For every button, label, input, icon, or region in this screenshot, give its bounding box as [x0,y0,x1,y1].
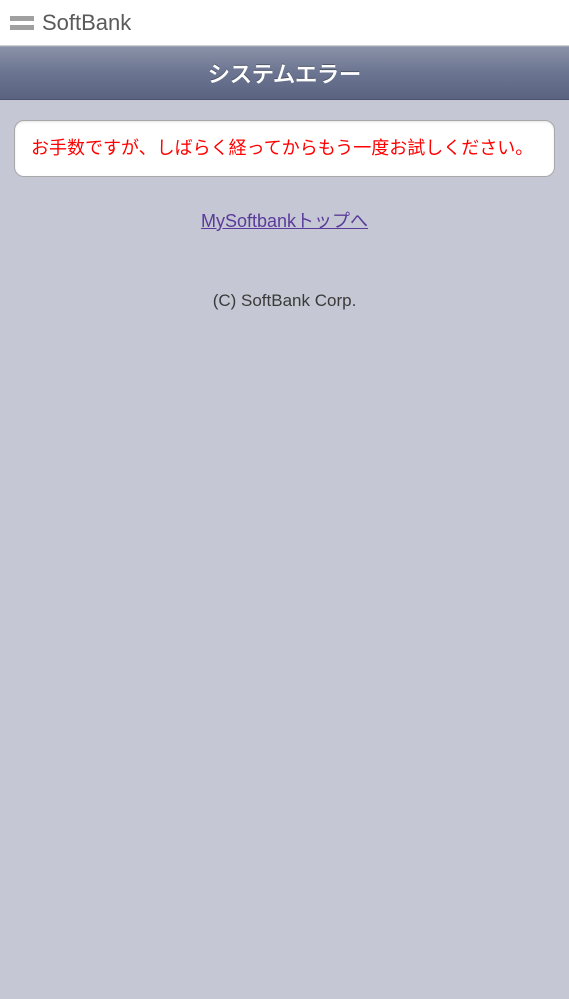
mysoftbank-top-link[interactable]: MySoftbankトップへ [201,211,368,231]
error-box: お手数ですが、しばらく経ってからもう一度お試しください。 [14,120,555,177]
menu-icon[interactable] [10,16,34,30]
content-area: お手数ですが、しばらく経ってからもう一度お試しください。 MySoftbankト… [0,100,569,331]
link-area: MySoftbankトップへ [14,207,555,233]
brand-name: SoftBank [42,10,131,36]
copyright-text: (C) SoftBank Corp. [14,291,555,311]
error-message: お手数ですが、しばらく経ってからもう一度お試しください。 [31,135,538,162]
title-bar: システムエラー [0,46,569,100]
page-title: システムエラー [208,57,361,89]
header-bar: SoftBank [0,0,569,46]
